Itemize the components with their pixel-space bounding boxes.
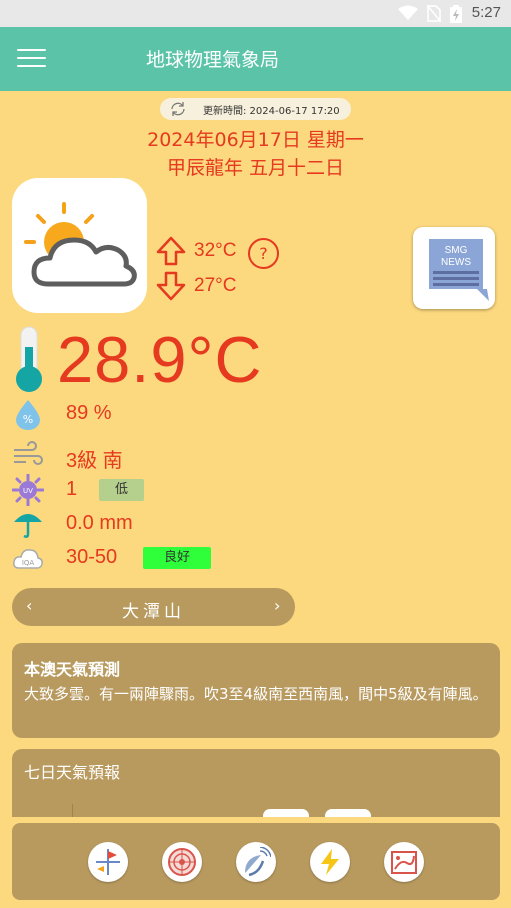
local-forecast-text: 大致多雲。有一兩陣驟雨。吹3至4級南至西南風，間中5級及有陣風。 [24,685,488,703]
satellite-button[interactable] [236,842,276,882]
wifi-icon [398,5,418,20]
seven-day-forecast-card[interactable]: 七日天氣預報 [12,749,500,817]
forecast-item [325,809,371,817]
humidity-drop-icon: % [16,400,40,430]
rainfall-row: 0.0 mm [12,508,312,540]
thermometer-icon [16,326,42,392]
aqi-row: IQA 30-50 良好 [12,542,312,574]
forecast-item [263,809,309,817]
arrow-down-icon [156,271,186,301]
satellite-icon [245,847,271,877]
svg-text:%: % [23,413,33,426]
menu-button[interactable] [17,49,46,69]
next-station-button[interactable]: › [274,596,280,615]
wind-row: 3級 南 [12,440,312,472]
local-forecast-card[interactable]: 本澳天氣預測 大致多雲。有一兩陣驟雨。吹3至4級南至西南風，間中5級及有陣風。 [12,643,500,738]
humidity-row: % 89 % [12,398,312,430]
local-forecast-title: 本澳天氣預測 [24,660,121,679]
app-bar: 地球物理氣象局 [0,27,511,91]
smg-label: SMG [445,245,468,256]
uv-sun-icon: UV [12,474,44,506]
clock: 5:27 [471,4,501,21]
typhoon-map-button[interactable] [384,842,424,882]
partly-cloudy-icon [24,202,137,287]
seven-day-title: 七日天氣預報 [24,763,121,782]
smg-news-icon: SMG NEWS [429,239,489,301]
current-temperature: 28.9°C [57,323,263,396]
uv-level-badge: 低 [99,479,144,501]
forecast-low: 27°C [156,271,236,301]
station-selector: ‹ 大潭山 › [12,588,295,626]
umbrella-icon [14,514,42,538]
svg-text:IQA: IQA [22,559,35,567]
wind-vane-icon [96,849,120,875]
radar-icon [168,848,196,876]
no-sim-icon [427,5,441,22]
lightning-icon [321,849,339,875]
smg-news-button[interactable]: SMG NEWS [413,227,495,309]
lunar-date: 甲辰龍年 五月十二日 [166,157,345,179]
station-name: 大潭山 [122,602,185,622]
wind-icon [14,441,43,465]
uv-row: UV 1 低 [12,474,312,506]
arrow-up-icon [156,236,186,266]
gregorian-date: 2024年06月17日 星期一 [147,129,364,151]
help-button[interactable]: ? [248,238,279,269]
aqi-level-badge: 良好 [143,547,211,569]
bottom-nav [12,823,500,900]
lightning-button[interactable] [310,842,350,882]
rainfall-value: 0.0 mm [66,512,133,534]
radar-button[interactable] [162,842,202,882]
humidity-value: 89 % [66,402,112,424]
aqi-value: 30-50 [66,546,118,568]
battery-icon [450,5,462,23]
forecast-high: 32°C [156,236,236,266]
refresh-icon [171,102,185,116]
wind-map-button[interactable] [88,842,128,882]
divider [72,804,73,817]
low-temp: 27°C [194,275,237,296]
wind-value: 3級 南 [66,450,123,472]
status-bar: 5:27 [0,0,511,27]
news-label: NEWS [441,257,471,268]
uv-value: 1 [66,478,78,500]
svg-text:UV: UV [23,487,33,495]
high-temp: 32°C [194,240,237,261]
air-quality-cloud-icon: IQA [13,549,43,569]
weather-condition[interactable] [12,178,147,313]
update-time: 更新時間: 2024-06-17 17:20 [203,106,340,117]
typhoon-map-icon [391,851,417,874]
app-title: 地球物理氣象局 [146,49,280,71]
menu-icon [17,49,46,51]
update-time-pill[interactable]: 更新時間: 2024-06-17 17:20 [160,98,351,120]
